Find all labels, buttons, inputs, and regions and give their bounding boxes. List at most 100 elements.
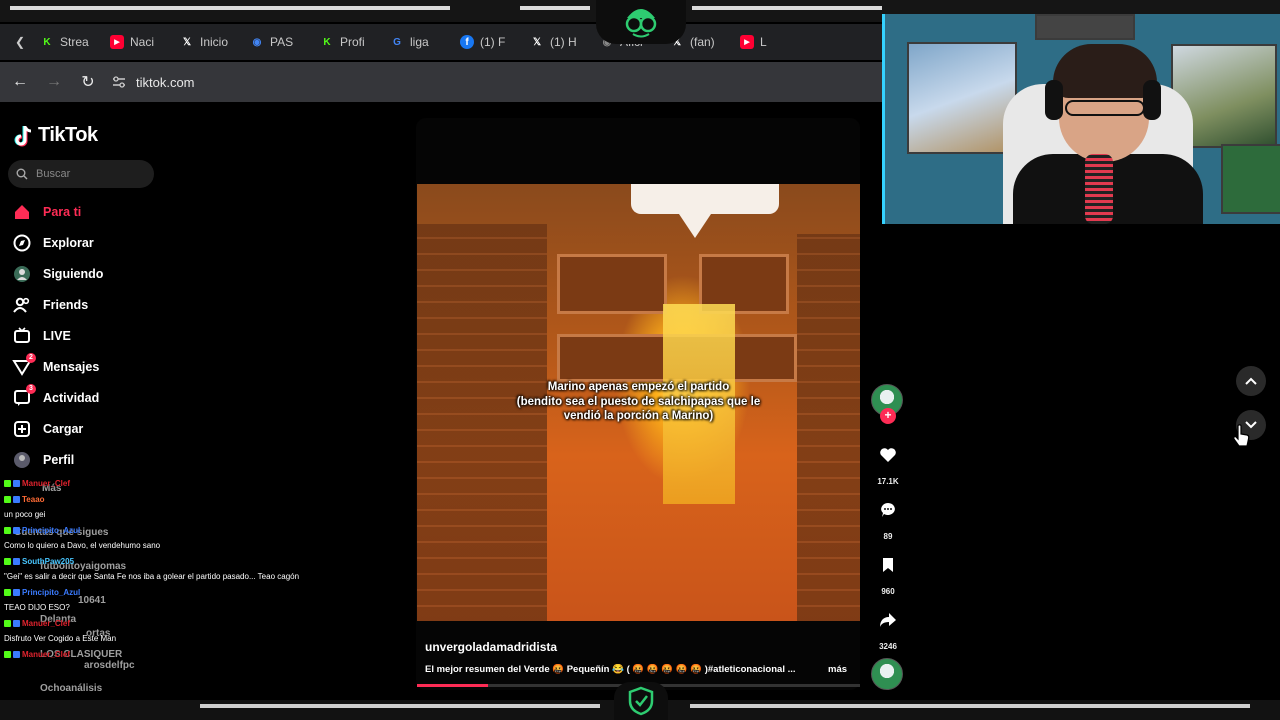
sidebar-list-item[interactable]: Ochoanálisis	[40, 683, 102, 694]
browser-tab[interactable]: K Profi	[314, 27, 384, 57]
comment-icon[interactable]	[873, 495, 903, 525]
back-arrow-icon[interactable]: ←	[10, 72, 30, 92]
chat-message: Como lo quiero a Davo, el vendehumo sano	[4, 538, 324, 554]
chat-username[interactable]: Manuer_Clef	[22, 649, 70, 660]
nav-item-live[interactable]: LIVE	[12, 320, 103, 351]
chat-username[interactable]: Manuer_Clef	[22, 478, 70, 489]
tab-title: Strea	[60, 35, 89, 49]
wall-poster	[1221, 144, 1280, 214]
compass-icon	[12, 233, 32, 253]
browser-tab[interactable]: 𝕏 Inicio	[174, 27, 244, 57]
browser-tab[interactable]: Gliga	[384, 27, 454, 57]
nav-item-compass[interactable]: Explorar	[12, 227, 103, 258]
x-icon: 𝕏	[532, 36, 542, 48]
nav-item-label: Siguiendo	[43, 266, 104, 281]
app-icon: ◉	[252, 36, 262, 48]
nav-item-home[interactable]: Para ti	[12, 196, 103, 227]
url-field[interactable]: tiktok.com	[112, 75, 195, 90]
live-icon	[12, 326, 32, 346]
tiktok-logo[interactable]: TikTok	[14, 124, 98, 147]
tab-title: (1) F	[480, 35, 506, 49]
chevron-up-icon	[1245, 377, 1257, 385]
browser-tab[interactable]: 𝕏 (1) H	[524, 27, 594, 57]
more-link[interactable]: más	[828, 664, 847, 675]
tab-title: (fan)	[690, 35, 715, 49]
share-icon[interactable]	[873, 605, 903, 635]
save-button[interactable]: 960	[871, 550, 905, 596]
chat-badge-icon	[13, 650, 20, 658]
wall-poster	[1035, 14, 1135, 40]
chat-badge-icon	[4, 650, 11, 658]
share-button[interactable]: 3246	[871, 605, 905, 651]
kick-icon: K	[323, 36, 331, 48]
nav-item-profile[interactable]: Perfil	[12, 444, 103, 475]
video-player[interactable]: Marino apenas empezó el partido (bendito…	[417, 184, 860, 621]
comment-button[interactable]: 89	[871, 495, 905, 541]
tab-list-chevron-icon[interactable]: ❮	[6, 35, 34, 49]
streamer-webcam	[882, 14, 1280, 224]
nav-item-label: Mensajes	[43, 359, 100, 374]
search-input[interactable]: Buscar	[8, 160, 154, 188]
chat-message: Principito_Azul	[4, 523, 324, 539]
chat-text: TEAO DIJO ESO?	[4, 603, 70, 613]
browser-tab[interactable]: f (1) F	[454, 27, 524, 57]
frame-stripe	[10, 6, 450, 10]
video-scene-wall	[797, 234, 860, 621]
video-author[interactable]: unvergoladamadridista	[425, 640, 557, 654]
chat-username[interactable]: Principito_Azul	[22, 525, 80, 536]
nav-item-upload[interactable]: Cargar	[12, 413, 103, 444]
frame-stripe	[200, 704, 600, 708]
creator-avatar-button[interactable]: +	[871, 384, 905, 424]
site-info-icon[interactable]	[112, 75, 126, 89]
browser-tab[interactable]: ◉ PAS	[244, 27, 314, 57]
nav-item-friends[interactable]: Friends	[12, 289, 103, 320]
chat-text: "Gei" es salir a decir que Santa Fe nos …	[4, 572, 300, 582]
like-count: 17.1K	[877, 477, 899, 486]
video-scene-window	[557, 254, 667, 314]
chat-username[interactable]: Principito_Azul	[22, 587, 80, 598]
notification-badge: 3	[26, 384, 36, 394]
chat-badge-icon	[4, 526, 11, 534]
google-icon: G	[393, 36, 401, 48]
chat-username[interactable]: SouthPaw205	[22, 556, 74, 567]
reload-icon[interactable]: ↻	[78, 72, 98, 92]
chat-badge-icon	[4, 495, 11, 503]
glasses-mascot-icon	[625, 9, 657, 38]
tab-title: (1) H	[550, 35, 577, 49]
youtube-icon: ▶	[740, 35, 754, 49]
nav-item-messages[interactable]: 2 Mensajes	[12, 351, 103, 382]
like-button[interactable]: 17.1K	[871, 440, 905, 486]
streamer-logo	[596, 0, 686, 44]
chat-message: Disfruto Ver Cogido a Este Man	[4, 631, 324, 647]
heart-icon[interactable]	[873, 440, 903, 470]
chat-message: Manuer_Clef	[4, 476, 324, 492]
chat-username[interactable]: Teaao	[22, 494, 45, 505]
previous-video-button[interactable]	[1236, 366, 1266, 396]
nav-item-following[interactable]: Siguiendo	[12, 258, 103, 289]
sound-avatar[interactable]	[871, 658, 905, 690]
forward-arrow-icon[interactable]: →	[44, 72, 64, 92]
youtube-icon: ▶	[110, 35, 124, 49]
wall-poster	[907, 42, 1017, 154]
browser-tab[interactable]: ▶ L	[734, 27, 804, 57]
nav-item-activity[interactable]: 3 Actividad	[12, 382, 103, 413]
search-icon	[16, 168, 28, 180]
comment-count: 89	[883, 532, 893, 541]
stream-screen: ❮ K Strea ▶ Naci 𝕏 Inicio ◉ PAS K Profi Gliga f (1) …	[0, 0, 1280, 720]
profile-icon	[12, 450, 32, 470]
video-action-rail: + 17.1K 89 960 3246	[871, 384, 905, 694]
search-placeholder: Buscar	[36, 168, 71, 180]
chat-message: un poco gei	[4, 507, 324, 523]
music-disc-icon[interactable]	[871, 658, 903, 690]
headset-right	[1143, 80, 1161, 120]
x-icon: 𝕏	[182, 36, 192, 48]
browser-tab[interactable]: K Strea	[34, 27, 104, 57]
nav-item-label: Friends	[43, 297, 89, 312]
chat-badge-icon	[13, 526, 20, 534]
bookmark-icon[interactable]	[873, 550, 903, 580]
chat-username[interactable]: Manuer_Clef	[22, 618, 70, 629]
follow-plus-icon[interactable]: +	[880, 408, 896, 424]
video-speech-tail	[679, 214, 711, 238]
browser-tab[interactable]: ▶ Naci	[104, 27, 174, 57]
tab-title: Naci	[130, 35, 155, 49]
